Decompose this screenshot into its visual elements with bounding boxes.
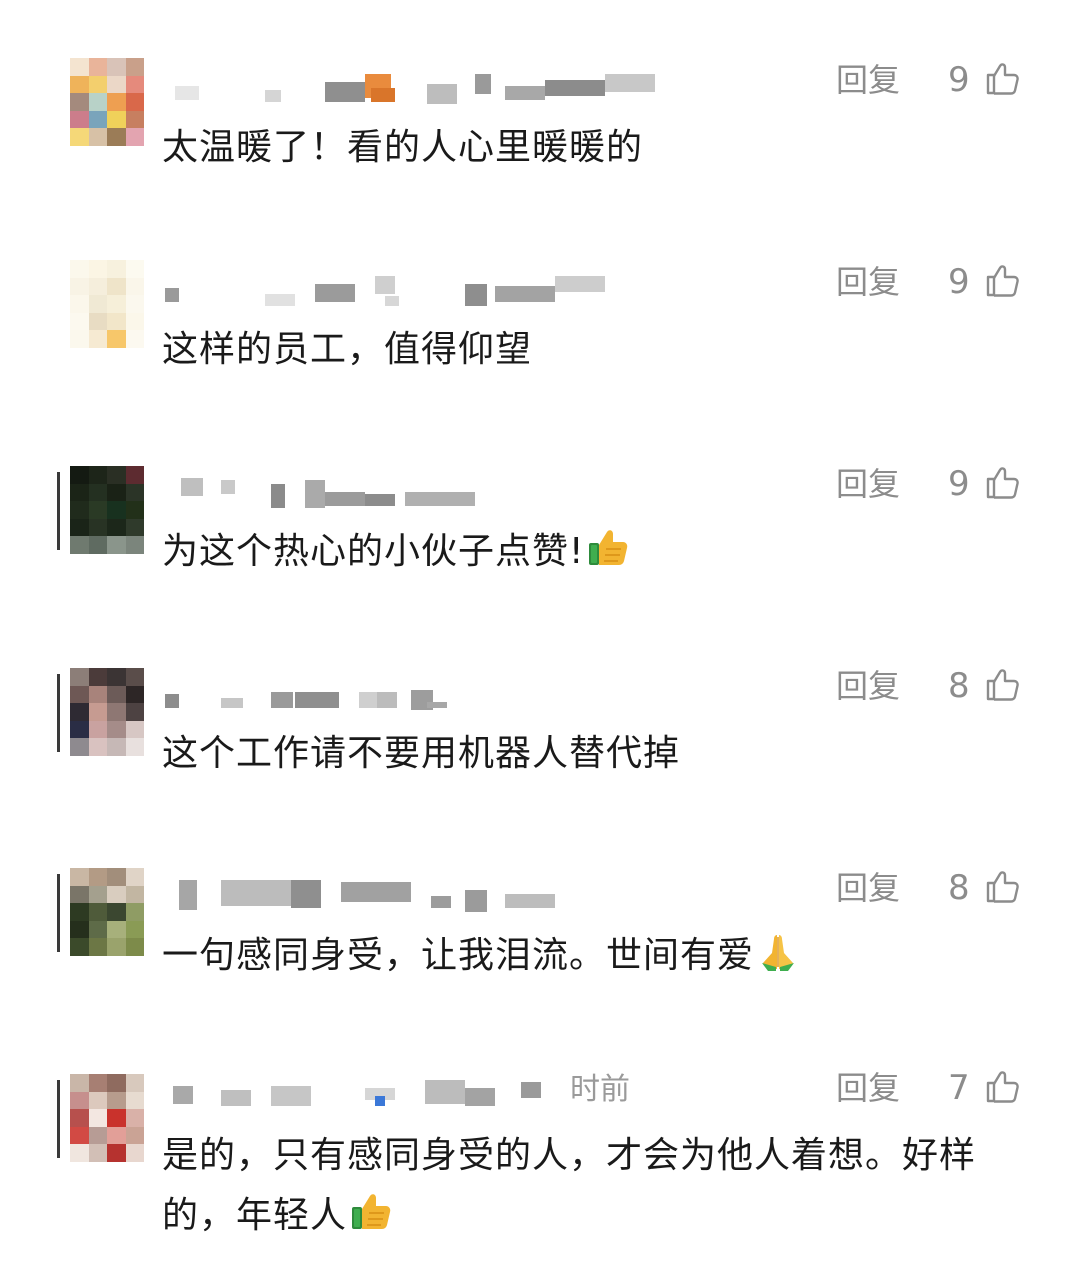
reply-button[interactable]: 回复 [836, 868, 900, 908]
comment-item: 回复 9 太温暖了！看的人心里暖暖的 [0, 50, 1080, 250]
like-count: 8 [948, 666, 970, 706]
comment-text: 这样的员工，值得仰望 [162, 320, 1022, 380]
folded-hands-icon [756, 929, 800, 992]
like-count: 9 [948, 262, 970, 302]
comment-body: 是的，只有感同身受的人，才会为他人着想。好样的，年轻人 [162, 1135, 977, 1236]
comment-text: 太温暖了！看的人心里暖暖的 [162, 118, 1022, 178]
avatar-edge [57, 874, 60, 952]
comment-item: 回复 9 为这个热心的小伙子点赞! [0, 454, 1080, 654]
username-redacted[interactable] [165, 670, 665, 710]
comment-item: 时前 回复 7 是的，只有感同身受的人，才会为他人着想。好样的，年轻人 [0, 1058, 1080, 1258]
comment-time: 时前 [570, 1072, 630, 1107]
username-redacted[interactable] [165, 468, 665, 508]
reply-button[interactable]: 回复 [836, 1068, 900, 1108]
thumbs-up-icon[interactable] [982, 58, 1022, 98]
username-redacted[interactable] [165, 64, 665, 104]
reply-button[interactable]: 回复 [836, 262, 900, 302]
like-count: 8 [948, 868, 970, 908]
thumbs-up-icon [349, 1189, 393, 1252]
reply-button[interactable]: 回复 [836, 60, 900, 100]
thumbs-up-icon[interactable] [982, 462, 1022, 502]
avatar[interactable] [70, 668, 144, 756]
avatar[interactable] [70, 260, 144, 348]
username-redacted[interactable] [165, 266, 665, 306]
comment-item: 回复 8 一句感同身受，让我泪流。世间有爱 [0, 858, 1080, 1058]
thumbs-up-icon[interactable] [982, 1066, 1022, 1106]
avatar-edge [57, 1080, 60, 1158]
comment-text: 一句感同身受，让我泪流。世间有爱 [162, 926, 1022, 992]
comment-body: 这样的员工，值得仰望 [162, 329, 533, 370]
avatar[interactable] [70, 1074, 144, 1162]
thumbs-up-icon[interactable] [982, 664, 1022, 704]
avatar-edge [57, 472, 60, 550]
like-count: 7 [948, 1068, 970, 1108]
reply-button[interactable]: 回复 [836, 666, 900, 706]
thumbs-up-icon[interactable] [982, 260, 1022, 300]
avatar[interactable] [70, 466, 144, 554]
comment-body: 这个工作请不要用机器人替代掉 [162, 733, 681, 774]
thumbs-up-icon[interactable] [982, 866, 1022, 906]
reply-button[interactable]: 回复 [836, 464, 900, 504]
comment-item: 回复 8 这个工作请不要用机器人替代掉 [0, 656, 1080, 856]
comment-body: 一句感同身受，让我泪流。世间有爱 [162, 935, 755, 976]
comment-text: 是的，只有感同身受的人，才会为他人着想。好样的，年轻人 [162, 1126, 1022, 1252]
comment-body: 太温暖了！看的人心里暖暖的 [162, 127, 644, 168]
like-count: 9 [948, 60, 970, 100]
comment-text: 为这个热心的小伙子点赞! [162, 522, 1022, 588]
comment-text: 这个工作请不要用机器人替代掉 [162, 724, 1022, 784]
like-count: 9 [948, 464, 970, 504]
thumbs-up-icon [586, 525, 630, 588]
avatar[interactable] [70, 58, 144, 146]
avatar[interactable] [70, 868, 144, 956]
avatar-edge [57, 674, 60, 752]
comment-body: 为这个热心的小伙子点赞! [162, 531, 585, 572]
username-redacted[interactable] [165, 872, 665, 912]
comment-item: 回复 9 这样的员工，值得仰望 [0, 252, 1080, 452]
